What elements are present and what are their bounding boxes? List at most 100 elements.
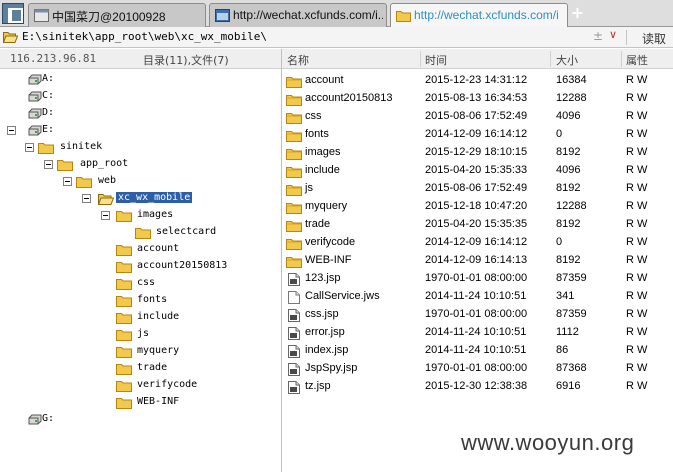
file-size: 8192 xyxy=(556,146,581,158)
file-time: 2015-12-29 18:10:15 xyxy=(425,146,528,158)
file-row[interactable]: error.jsp 2014-11-24 10:10:51 1112 R W xyxy=(282,324,673,342)
column-divider[interactable] xyxy=(550,51,551,67)
address-bar: E:\sinitek\app_root\web\xc_wx_mobile\ ± … xyxy=(0,27,673,48)
collapse-icon[interactable] xyxy=(7,126,16,135)
file-size: 0 xyxy=(556,128,563,140)
file-row[interactable]: WEB-INF 2014-12-09 16:14:13 8192 R W xyxy=(282,252,673,270)
file-row[interactable]: js 2015-08-06 17:52:49 8192 R W xyxy=(282,180,673,198)
tree-item-label: C: xyxy=(42,90,55,101)
drive-icon xyxy=(28,108,42,119)
blank-file-icon xyxy=(288,291,300,304)
file-list-header: 名称 时间 大小 属性 xyxy=(282,49,673,69)
file-row[interactable]: account20150813 2015-08-13 16:34:53 12288 R… xyxy=(282,90,673,108)
drive-icon xyxy=(28,74,42,85)
file-name: 123.jsp xyxy=(305,272,341,284)
file-size: 6916 xyxy=(556,380,581,392)
tab-wechat-1[interactable]: http://wechat.xcfunds.com/i... xyxy=(209,3,387,27)
file-time: 2015-04-20 15:35:33 xyxy=(425,164,528,176)
column-divider[interactable] xyxy=(621,51,622,67)
chevron-down-icon[interactable]: ∨ xyxy=(609,28,617,41)
file-time: 2015-08-06 17:52:49 xyxy=(425,182,528,194)
file-row[interactable]: tz.jsp 2015-12-30 12:38:38 6916 R W xyxy=(282,378,673,396)
file-row[interactable]: verifycode 2014-12-09 16:14:12 0 R W xyxy=(282,234,673,252)
tree-item-label: web xyxy=(98,175,117,186)
file-name: trade xyxy=(305,218,331,230)
file-attributes: R W xyxy=(626,200,648,212)
file-name: account20150813 xyxy=(305,92,393,104)
folder-icon xyxy=(286,185,302,196)
file-time: 2015-12-23 14:31:12 xyxy=(425,74,528,86)
folder-icon xyxy=(286,131,302,142)
column-header-time[interactable]: 时间 xyxy=(425,52,447,68)
collapse-icon[interactable] xyxy=(63,177,72,186)
file-row[interactable]: account 2015-12-23 14:31:12 16384 R W xyxy=(282,72,673,90)
collapse-icon[interactable] xyxy=(44,160,53,169)
file-name: account xyxy=(305,74,344,86)
file-row[interactable]: css.jsp 1970-01-01 08:00:00 87359 R W xyxy=(282,306,673,324)
plus-minus-icon[interactable]: ± xyxy=(593,29,603,43)
file-row[interactable]: CallService.jws 2014-11-24 10:10:51 341 R W xyxy=(282,288,673,306)
browser-page-icon xyxy=(215,9,230,22)
collapse-icon[interactable] xyxy=(101,211,110,220)
folder-icon xyxy=(116,211,132,222)
file-attributes: R W xyxy=(626,344,648,356)
file-size: 87368 xyxy=(556,362,587,374)
file-size: 4096 xyxy=(556,110,581,122)
file-attributes: R W xyxy=(626,380,648,392)
column-header-attributes[interactable]: 属性 xyxy=(626,52,648,68)
column-header-name[interactable]: 名称 xyxy=(287,52,309,68)
file-row[interactable]: images 2015-12-29 18:10:15 8192 R W xyxy=(282,144,673,162)
file-name: tz.jsp xyxy=(305,380,331,392)
folder-icon xyxy=(38,143,54,154)
file-row[interactable]: index.jsp 2014-11-24 10:10:51 86 R W xyxy=(282,342,673,360)
file-size: 12288 xyxy=(556,92,587,104)
file-time: 2014-12-09 16:14:13 xyxy=(425,254,528,266)
collapse-icon[interactable] xyxy=(82,194,91,203)
tree-header: 116.213.96.81 目录(11),文件(7) xyxy=(0,49,282,69)
path-input[interactable]: E:\sinitek\app_root\web\xc_wx_mobile\ xyxy=(22,30,267,43)
file-name: myquery xyxy=(305,200,348,212)
file-size: 86 xyxy=(556,344,569,356)
file-row[interactable]: myquery 2015-12-18 10:47:20 12288 R W xyxy=(282,198,673,216)
drive-icon xyxy=(28,91,42,102)
file-size: 87359 xyxy=(556,308,587,320)
tab-title: http://wechat.xcfunds.com/i... xyxy=(414,8,559,22)
file-row[interactable]: css 2015-08-06 17:52:49 4096 R W xyxy=(282,108,673,126)
tree-item-label: sinitek xyxy=(60,141,103,152)
column-divider[interactable] xyxy=(420,51,421,67)
tree-item-label: A: xyxy=(42,73,55,84)
folder-icon xyxy=(116,296,132,307)
file-attributes: R W xyxy=(626,164,648,176)
folder-icon xyxy=(116,398,132,409)
file-row[interactable]: trade 2015-04-20 15:35:35 8192 R W xyxy=(282,216,673,234)
file-row[interactable]: JspSpy.jsp 1970-01-01 08:00:00 87368 R W xyxy=(282,360,673,378)
collapse-icon[interactable] xyxy=(25,143,34,152)
file-time: 1970-01-01 08:00:00 xyxy=(425,362,528,374)
file-attributes: R W xyxy=(626,236,648,248)
folder-icon xyxy=(76,177,92,188)
tree-item-label: verifycode xyxy=(137,379,198,390)
tab-wechat-2-active[interactable]: http://wechat.xcfunds.com/i... xyxy=(390,3,568,28)
file-row[interactable]: fonts 2014-12-09 16:14:12 0 R W xyxy=(282,126,673,144)
file-attributes: R W xyxy=(626,218,648,230)
file-name: WEB-INF xyxy=(305,254,352,266)
read-button[interactable]: 读取 xyxy=(642,30,666,47)
file-attributes: R W xyxy=(626,254,648,266)
folder-icon xyxy=(116,364,132,375)
tab-caidao[interactable]: 中国菜刀@20100928 xyxy=(28,3,206,27)
new-tab-button[interactable]: + xyxy=(569,3,586,24)
jsp-file-icon xyxy=(288,327,300,340)
folder-icon xyxy=(116,279,132,290)
file-name: verifycode xyxy=(305,236,356,248)
file-row[interactable]: include 2015-04-20 15:35:33 4096 R W xyxy=(282,162,673,180)
jsp-file-icon xyxy=(288,273,300,286)
file-attributes: R W xyxy=(626,182,648,194)
divider xyxy=(626,30,627,45)
file-row[interactable]: 123.jsp 1970-01-01 08:00:00 87359 R W xyxy=(282,270,673,288)
tree-item-label: D: xyxy=(42,107,55,118)
column-header-size[interactable]: 大小 xyxy=(556,52,578,68)
window-menu-icon[interactable] xyxy=(2,3,24,24)
jsp-file-icon xyxy=(288,381,300,394)
folder-icon xyxy=(116,245,132,256)
tab-title: 中国菜刀@20100928 xyxy=(52,10,166,24)
